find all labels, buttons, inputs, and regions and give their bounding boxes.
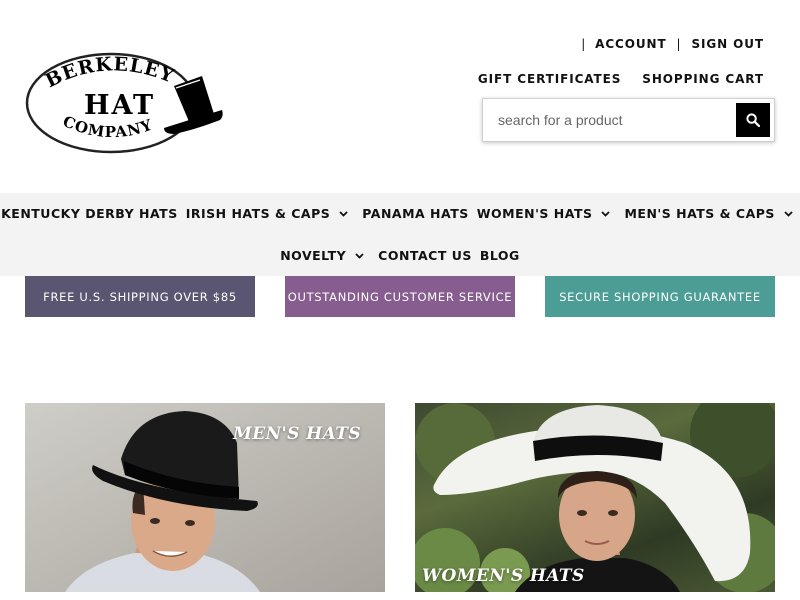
link-separator: | [676, 37, 682, 51]
nav-item-label: PANAMA HATS [362, 206, 469, 221]
utility-links: GIFT CERTIFICATES SHOPPING CART [478, 72, 764, 86]
nav-item-label: IRISH HATS & CAPS [185, 206, 331, 221]
chevron-down-icon[interactable] [601, 210, 611, 217]
search-box [482, 98, 775, 142]
promo-free-shipping[interactable]: FREE U.S. SHIPPING OVER $85 [25, 276, 255, 317]
womens-hat-photo [415, 403, 775, 592]
nav-item-womens-hats[interactable]: WOMEN'S HATS [477, 206, 617, 221]
nav-item-label: KENTUCKY DERBY HATS [1, 206, 178, 221]
nav-item-blog[interactable]: BLOG [480, 248, 520, 263]
search-input[interactable] [483, 99, 733, 141]
category-label: WOMEN'S HATS [422, 566, 585, 586]
category-tile-womens-hats[interactable]: WOMEN'S HATS [415, 403, 775, 592]
nav-item-irish-hats-caps[interactable]: IRISH HATS & CAPS [186, 206, 355, 221]
site-logo[interactable]: BERKELEY HAT COMPANY [24, 50, 228, 156]
chevron-down-icon[interactable] [355, 252, 364, 259]
search-button[interactable] [736, 103, 770, 137]
logo-line2: HAT [84, 90, 155, 121]
chevron-down-icon[interactable] [339, 210, 348, 217]
nav-item-kentucky-derby-hats[interactable]: KENTUCKY DERBY HATS [1, 206, 178, 221]
sign-out-link[interactable]: SIGN OUT [691, 37, 764, 51]
shopping-cart-link[interactable]: SHOPPING CART [642, 72, 764, 86]
nav-item-label: MEN'S HATS & CAPS [624, 206, 775, 221]
nav-item-label: CONTACT US [378, 248, 472, 263]
nav-item-label: WOMEN'S HATS [476, 206, 593, 221]
nav-item-label: NOVELTY [280, 248, 347, 263]
nav-row-2: NOVELTY CONTACT US BLOG [0, 248, 800, 263]
category-tile-mens-hats[interactable]: MEN'S HATS [25, 403, 385, 592]
category-label: MEN'S HATS [233, 424, 361, 444]
nav-item-panama-hats[interactable]: PANAMA HATS [362, 206, 468, 221]
main-nav: KENTUCKY DERBY HATS IRISH HATS & CAPS PA… [0, 193, 800, 276]
chevron-down-icon[interactable] [784, 210, 793, 217]
account-link[interactable]: ACCOUNT [595, 37, 666, 51]
account-links: | ACCOUNT | SIGN OUT [581, 37, 764, 51]
nav-item-novelty[interactable]: NOVELTY [280, 248, 370, 263]
promo-secure-shopping[interactable]: SECURE SHOPPING GUARANTEE [545, 276, 775, 317]
link-separator: | [581, 37, 587, 51]
nav-item-mens-hats-caps[interactable]: MEN'S HATS & CAPS [624, 206, 798, 221]
nav-item-label: BLOG [479, 248, 520, 263]
gift-certificates-link[interactable]: GIFT CERTIFICATES [478, 72, 621, 86]
nav-item-contact-us[interactable]: CONTACT US [378, 248, 472, 263]
nav-row-1: KENTUCKY DERBY HATS IRISH HATS & CAPS PA… [0, 206, 800, 221]
promo-customer-service[interactable]: OUTSTANDING CUSTOMER SERVICE [285, 276, 515, 317]
search-icon [746, 113, 760, 127]
